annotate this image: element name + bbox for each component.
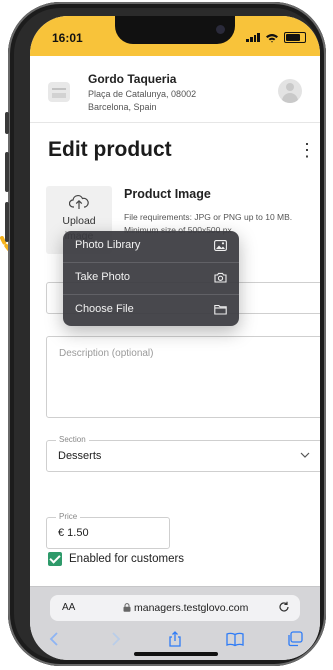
lock-icon bbox=[123, 603, 131, 612]
enabled-label: Enabled for customers bbox=[69, 553, 185, 565]
safari-toolbar: AA managers.testglovo.com bbox=[30, 586, 320, 660]
description-placeholder: Description (optional) bbox=[59, 348, 154, 359]
price-value: € 1.50 bbox=[58, 527, 89, 539]
menu-item-choose-file[interactable]: Choose File bbox=[63, 295, 239, 326]
photo-library-icon bbox=[214, 240, 227, 251]
phone-screen: 16:01 Gordo Taqueria Plaça de Catalunya,… bbox=[30, 16, 320, 660]
menu-item-label: Choose File bbox=[75, 303, 134, 315]
status-icons bbox=[246, 32, 306, 43]
address-bar[interactable]: AA managers.testglovo.com bbox=[50, 595, 300, 621]
bookmarks-icon[interactable] bbox=[226, 631, 244, 647]
volume-down-button bbox=[5, 202, 9, 242]
volume-up-button bbox=[5, 152, 9, 192]
forward-icon[interactable] bbox=[106, 631, 124, 647]
upload-label-line1: Upload bbox=[62, 215, 96, 227]
url-text: managers.testglovo.com bbox=[134, 602, 249, 614]
section-label: Section bbox=[56, 435, 89, 444]
page-title: Edit product bbox=[48, 138, 172, 161]
signal-icon bbox=[246, 33, 260, 42]
reload-icon[interactable] bbox=[278, 601, 290, 613]
section-select[interactable]: Section Desserts bbox=[46, 435, 320, 472]
menu-item-label: Photo Library bbox=[75, 239, 141, 251]
store-address: Plaça de Catalunya, 08002 Barcelona, Spa… bbox=[88, 89, 197, 112]
product-image-title: Product Image bbox=[124, 187, 211, 201]
status-bar: 16:01 bbox=[30, 16, 320, 56]
section-value: Desserts bbox=[58, 450, 102, 462]
more-options-icon[interactable]: ⋮ bbox=[298, 139, 316, 161]
cloud-upload-icon bbox=[69, 195, 89, 209]
menu-item-photo-library[interactable]: Photo Library bbox=[63, 231, 239, 263]
mute-switch bbox=[5, 112, 9, 134]
status-time: 16:01 bbox=[52, 31, 83, 45]
chevron-down-icon bbox=[300, 452, 310, 458]
price-label: Price bbox=[56, 512, 81, 521]
description-field[interactable]: Description (optional) bbox=[46, 336, 320, 418]
front-camera bbox=[216, 25, 225, 34]
camera-icon bbox=[214, 272, 227, 283]
battery-icon bbox=[284, 32, 306, 43]
enabled-checkbox[interactable] bbox=[48, 552, 62, 566]
menu-item-label: Take Photo bbox=[75, 271, 131, 283]
phone-frame: 16:01 Gordo Taqueria Plaça de Catalunya,… bbox=[5, 2, 326, 666]
back-icon[interactable] bbox=[46, 631, 64, 647]
folder-icon bbox=[214, 304, 227, 315]
share-icon[interactable] bbox=[166, 631, 184, 647]
tabs-icon[interactable] bbox=[286, 631, 304, 647]
avatar[interactable] bbox=[278, 79, 302, 103]
store-name: Gordo Taqueria bbox=[88, 72, 177, 86]
store-header: Gordo Taqueria Plaça de Catalunya, 08002… bbox=[30, 56, 320, 123]
wifi-icon bbox=[266, 33, 278, 43]
store-icon bbox=[48, 82, 70, 102]
home-indicator[interactable] bbox=[134, 652, 218, 656]
price-input[interactable]: Price € 1.50 bbox=[46, 512, 170, 549]
enabled-toggle-row[interactable]: Enabled for customers bbox=[48, 550, 184, 568]
menu-item-take-photo[interactable]: Take Photo bbox=[63, 263, 239, 295]
image-source-menu: Photo Library Take Photo Choose File bbox=[63, 231, 239, 326]
reader-aa-button[interactable]: AA bbox=[62, 602, 75, 613]
